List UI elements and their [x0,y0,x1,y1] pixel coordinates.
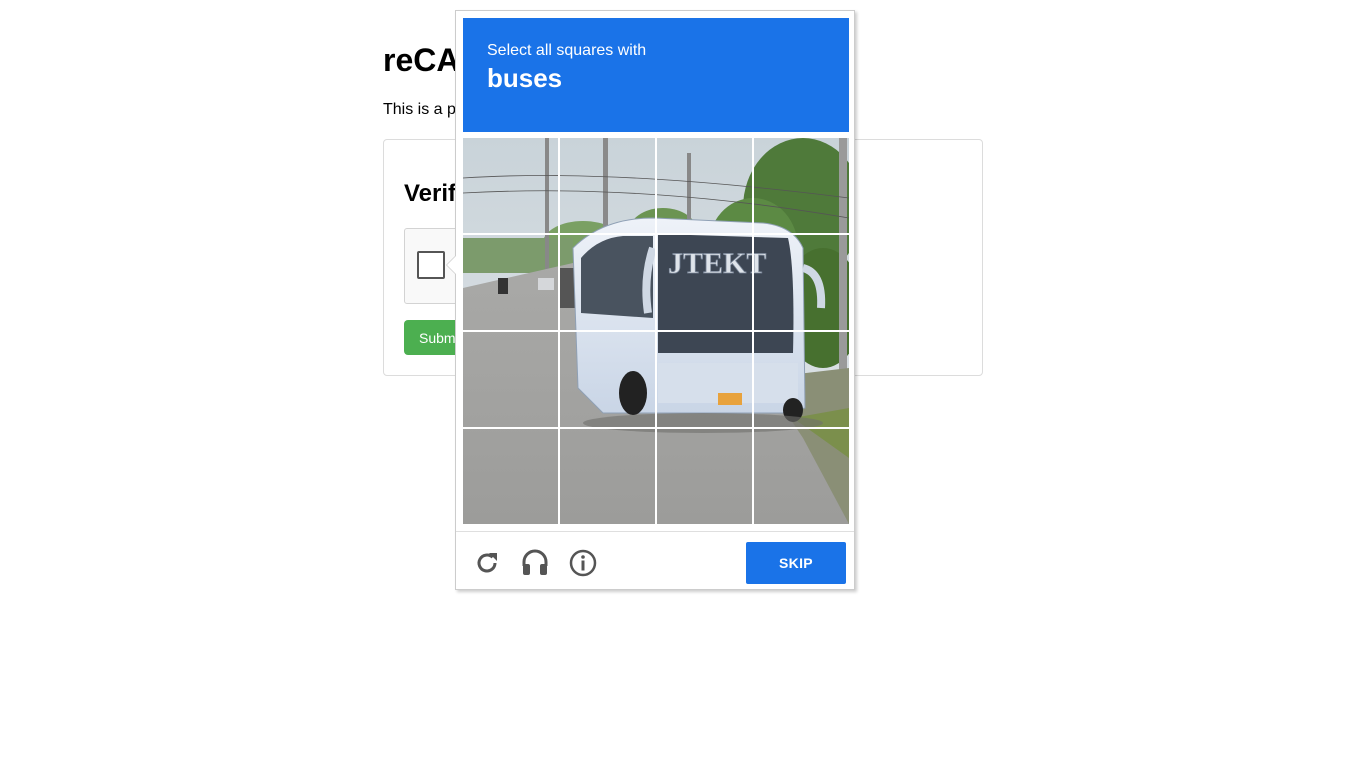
page-title: reCA [383,42,460,78]
bus-photo-fragment: JTEKT [754,235,849,330]
tile-grid: JTEKT [463,138,849,524]
svg-text:JTEKT: JTEKT [754,247,766,280]
bus-photo-fragment: JTEKT [657,138,752,233]
captcha-tile-r3c1[interactable]: JTEKT [463,332,558,427]
bus-photo-fragment: JTEKT [754,332,849,427]
bus-photo-fragment: JTEKT [754,138,849,233]
bus-photo-fragment: JTEKT [560,332,655,427]
captcha-tile-r4c4[interactable]: JTEKT [754,429,849,524]
bus-photo-fragment: JTEKT [657,235,752,330]
challenge-header: Select all squares with buses [463,18,849,132]
captcha-tile-r1c4[interactable]: JTEKT [754,138,849,233]
reload-icon[interactable] [472,548,502,578]
svg-text:JTEKT: JTEKT [668,247,752,280]
captcha-tile-r1c1[interactable]: JTEKT [463,138,558,233]
recaptcha-challenge: Select all squares with buses JTEKT SKIP [446,10,855,590]
captcha-tile-r1c3[interactable]: JTEKT [657,138,752,233]
bus-photo-fragment: JTEKT [463,332,558,427]
bus-photo-fragment: JTEKT [657,332,752,427]
bus-photo-fragment: JTEKT [463,429,558,524]
audio-icon[interactable] [520,548,550,578]
captcha-tile-r2c1[interactable]: JTEKT [463,235,558,330]
bus-photo-fragment: JTEKT [463,235,558,330]
skip-button[interactable]: SKIP [746,542,846,584]
bus-photo-fragment: JTEKT [560,235,655,330]
bus-photo-fragment: JTEKT [463,138,558,233]
challenge-instruction: Select all squares with [487,42,647,59]
captcha-tile-r4c1[interactable]: JTEKT [463,429,558,524]
captcha-tile-r2c2[interactable]: JTEKT [560,235,655,330]
captcha-tile-r3c2[interactable]: JTEKT [560,332,655,427]
challenge-pointer [446,255,456,275]
page-intro: This is a p [383,101,456,118]
recaptcha-checkbox[interactable] [417,251,445,279]
captcha-tile-r1c2[interactable]: JTEKT [560,138,655,233]
captcha-tile-r2c4[interactable]: JTEKT [754,235,849,330]
challenge-target: buses [487,63,563,93]
demo-heading: Verif [404,180,457,207]
bus-photo-fragment: JTEKT [560,138,655,233]
captcha-tile-r3c3[interactable]: JTEKT [657,332,752,427]
captcha-tile-r2c3[interactable]: JTEKT [657,235,752,330]
bus-photo-fragment: JTEKT [560,429,655,524]
info-icon[interactable] [568,548,598,578]
bus-photo-fragment: JTEKT [754,429,849,524]
bus-photo-fragment: JTEKT [657,429,752,524]
captcha-tile-r3c4[interactable]: JTEKT [754,332,849,427]
captcha-tile-r4c3[interactable]: JTEKT [657,429,752,524]
challenge-footer: SKIP [456,531,854,590]
captcha-tile-r4c2[interactable]: JTEKT [560,429,655,524]
